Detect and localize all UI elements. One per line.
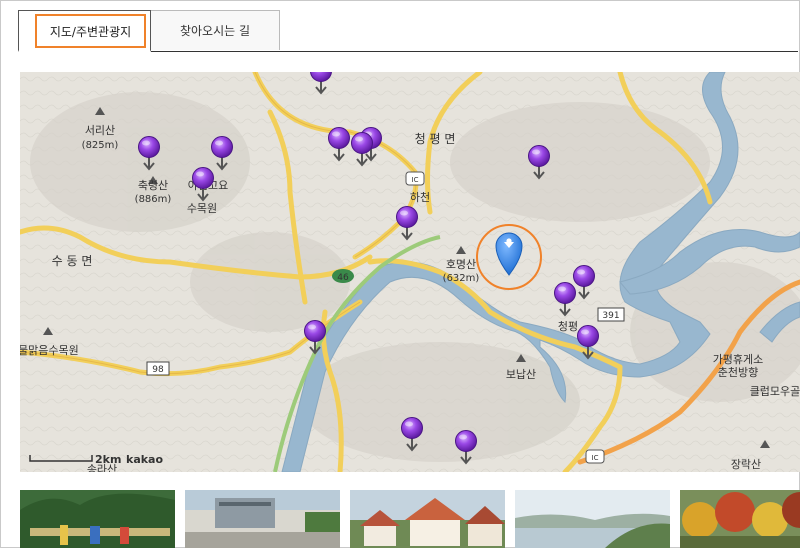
thumbnail-strip [20,490,800,548]
svg-text:IC: IC [592,454,599,462]
svg-text:IC: IC [412,176,419,184]
thumbnail-lake-view[interactable] [515,490,670,548]
tab-map-nearby-label: 지도/주변관광지 [35,14,146,48]
ic-badge-south: IC [585,449,605,464]
label-homyeongsan: 호명산 [446,258,476,271]
label-chuncheon-direction: 춘천방향 [718,365,758,379]
ic-badge-north: IC [405,171,425,186]
thumbnail-forest-gate[interactable] [20,490,175,548]
label-bonapsan: 보납산 [506,368,536,381]
tab-directions[interactable]: 찾아오시는 길 [150,10,280,50]
svg-text:391: 391 [602,311,619,321]
svg-text:46: 46 [337,273,349,283]
label-clubmoure: 클럽모우골 [750,384,800,398]
thumbnail-houses[interactable] [350,490,505,548]
tab-map-nearby[interactable]: 지도/주변관광지 [18,10,151,52]
tab-directions-label: 찾아오시는 길 [179,24,251,38]
svg-text:98: 98 [152,365,164,375]
label-sudong-myeon: 수 동 면 [52,254,93,268]
label-arboretum: 수목원 [187,202,217,215]
map-canvas[interactable]: 46 98 391 IC IC 서리산 (825m) 축령산 (886m) 수목… [20,72,800,472]
label-gapyeong-rest: 가평휴게소 [713,353,764,366]
label-chungnyeongsan-height: (886m) [135,194,172,205]
road-shield-391: 391 [597,307,625,322]
label-chungnyeongsan: 축령산 [138,179,168,192]
thumbnail-building[interactable] [185,490,340,548]
label-seorisan-height: (825m) [82,140,119,151]
label-hacheon: 하천 [410,190,430,204]
label-cheongpyeong: 청평 [558,320,578,333]
scale-label: 2km [95,453,121,466]
kakao-logo: kakao [126,453,163,466]
label-cheongpyeong-myeon: 청 평 면 [415,132,456,146]
tab-bar: 지도/주변관광지 찾아오시는 길 [18,10,798,52]
map-view[interactable]: 46 98 391 IC IC 서리산 (825m) 축령산 (886m) 수목… [20,72,800,472]
road-shield-98: 98 [146,361,170,376]
label-homyeongsan-height: (632m) [443,273,480,284]
label-forest: 물맑음수목원 [20,344,79,357]
thumbnail-autumn-trees[interactable] [680,490,800,548]
label-seorisan: 서리산 [85,124,115,137]
road-shield-46: 46 [332,269,354,283]
label-jangraksan: 장락산 [731,458,761,471]
